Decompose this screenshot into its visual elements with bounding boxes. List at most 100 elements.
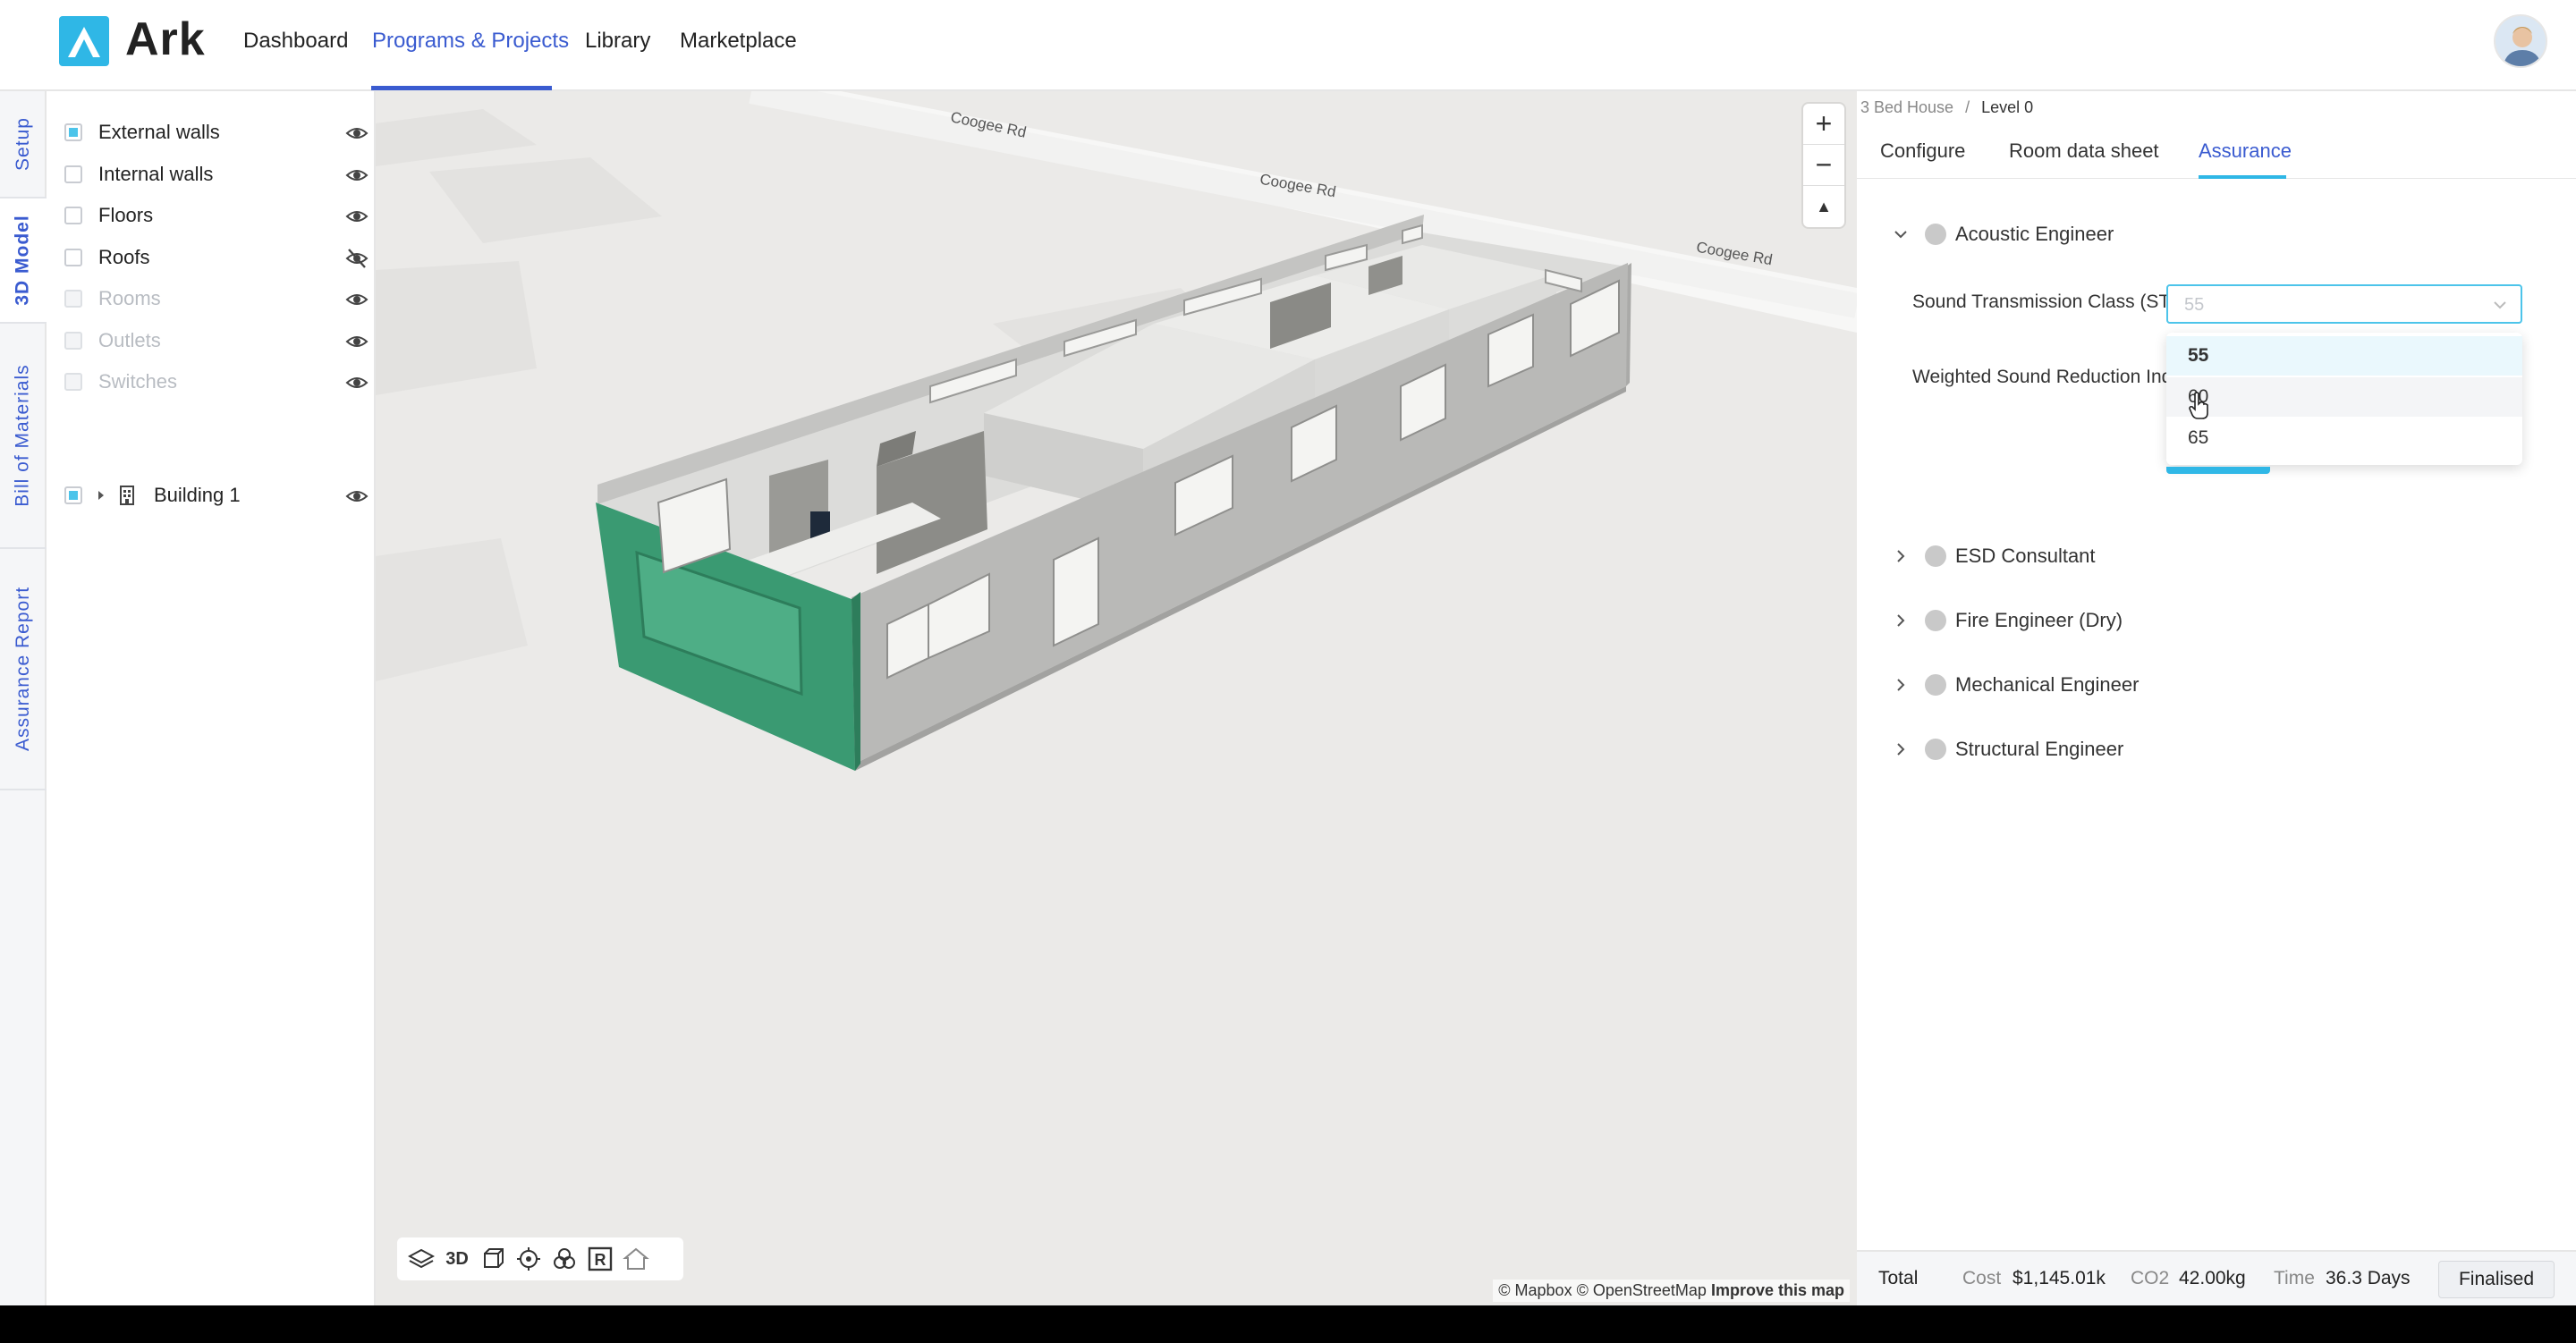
side-tab-3d-model-label: 3D Model xyxy=(13,215,33,306)
layer-row-rooms[interactable]: Rooms xyxy=(64,283,369,315)
eye-icon[interactable] xyxy=(345,205,369,228)
breadcrumb: 3 Bed House / Level 0 xyxy=(1860,98,2033,117)
chevron-right-icon xyxy=(1897,679,1905,691)
map-attribution: © Mapbox © OpenStreetMap Improve this ma… xyxy=(1493,1280,1850,1302)
zoom-out-button[interactable]: − xyxy=(1803,145,1844,186)
layer-checkbox[interactable] xyxy=(64,249,82,266)
nav-marketplace[interactable]: Marketplace xyxy=(680,29,797,54)
dropdown-option[interactable]: 55 xyxy=(2166,336,2522,376)
screen-bottom-bar xyxy=(0,1305,2576,1343)
chevron-down-icon xyxy=(1894,231,1907,239)
co2-value: 42.00kg xyxy=(2179,1268,2246,1288)
app-name[interactable]: Ark xyxy=(125,13,206,66)
eye-off-icon[interactable] xyxy=(345,247,369,270)
expand-caret-icon[interactable] xyxy=(95,489,107,502)
layer-row-external-walls[interactable]: External walls xyxy=(64,116,369,148)
map-zoom-controls: + − ▲ xyxy=(1803,104,1844,227)
side-tab-3d-model[interactable]: 3D Model xyxy=(0,198,47,324)
section-structural-engineer[interactable]: Structural Engineer xyxy=(1893,731,2123,767)
chevron-right-icon xyxy=(1897,550,1905,562)
layer-checkbox[interactable] xyxy=(64,332,82,350)
section-acoustic-engineer[interactable]: Acoustic Engineer xyxy=(1893,216,2114,252)
side-tab-assurance-report[interactable]: Assurance Report xyxy=(0,549,47,790)
side-tab-bill-of-materials-label: Bill of Materials xyxy=(13,364,34,507)
building-checkbox[interactable] xyxy=(64,486,82,504)
layer-row-internal-walls[interactable]: Internal walls xyxy=(64,158,369,190)
layer-row-roofs[interactable]: Roofs xyxy=(64,241,369,274)
dropdown-option[interactable]: 65 xyxy=(2166,418,2522,458)
side-tab-setup[interactable]: Setup xyxy=(0,91,47,198)
nav-library[interactable]: Library xyxy=(585,29,650,54)
layer-checkbox[interactable] xyxy=(64,290,82,308)
save-button-edge[interactable] xyxy=(2166,467,2270,474)
breadcrumb-project[interactable]: 3 Bed House xyxy=(1860,98,1953,116)
section-label: Fire Engineer (Dry) xyxy=(1955,609,2123,631)
layer-row-floors[interactable]: Floors xyxy=(64,199,369,232)
3d-building-scene[interactable] xyxy=(376,91,1857,1305)
section-fire-engineer[interactable]: Fire Engineer (Dry) xyxy=(1893,603,2123,638)
co2-label: CO2 xyxy=(2131,1268,2170,1288)
chevron-right-icon xyxy=(1897,614,1905,627)
section-mechanical-engineer[interactable]: Mechanical Engineer xyxy=(1893,667,2139,703)
nav-programs-projects[interactable]: Programs & Projects xyxy=(372,29,569,54)
finalised-button[interactable]: Finalised xyxy=(2438,1261,2555,1298)
improve-map-link[interactable]: Improve this map xyxy=(1711,1281,1844,1299)
tab-configure[interactable]: Configure xyxy=(1880,139,1965,163)
layer-checkbox[interactable] xyxy=(64,373,82,391)
side-tab-bill-of-materials[interactable]: Bill of Materials xyxy=(0,324,47,549)
eye-icon[interactable] xyxy=(345,485,369,508)
active-tab-indicator xyxy=(2199,175,2286,179)
stc-select-value: 55 xyxy=(2184,295,2205,315)
totals-footer: Total Cost $1,145.01k CO2 42.00kg Time 3… xyxy=(1857,1250,2576,1305)
cost-label: Cost xyxy=(1962,1268,2002,1288)
nav-dashboard[interactable]: Dashboard xyxy=(243,29,348,54)
time-label: Time xyxy=(2274,1268,2315,1288)
3d-map-view[interactable]: Coogee Rd Coogee Rd Coogee Rd + − ▲ 3D R… xyxy=(376,91,1857,1305)
tab-room-data-sheet[interactable]: Room data sheet xyxy=(2009,139,2159,163)
hand-pointer-cursor-icon xyxy=(2189,392,2208,419)
side-tab-setup-label: Setup xyxy=(13,117,34,171)
total-label: Total xyxy=(1878,1268,1919,1288)
compass-button[interactable]: ▲ xyxy=(1803,186,1844,227)
layer-checkbox[interactable] xyxy=(64,165,82,183)
layer-panel: External walls Internal walls Floors Roo… xyxy=(47,91,376,1305)
active-nav-indicator xyxy=(371,86,552,90)
layer-row-outlets[interactable]: Outlets xyxy=(64,325,369,357)
cube-icon[interactable] xyxy=(478,1244,508,1274)
layer-checkbox[interactable] xyxy=(64,207,82,224)
ark-logo-icon[interactable] xyxy=(59,16,109,66)
target-icon[interactable] xyxy=(513,1244,544,1274)
layers-icon[interactable] xyxy=(406,1244,436,1274)
side-tab-bar: Setup 3D Model Bill of Materials Assuran… xyxy=(0,91,47,1305)
3d-toggle-button[interactable]: 3D xyxy=(442,1244,472,1274)
section-esd-consultant[interactable]: ESD Consultant xyxy=(1893,538,2096,574)
eye-icon[interactable] xyxy=(345,122,369,145)
layer-row-switches[interactable]: Switches xyxy=(64,366,369,398)
dropdown-option[interactable]: 60 xyxy=(2166,377,2522,417)
circles-icon[interactable] xyxy=(549,1244,580,1274)
user-avatar[interactable] xyxy=(2494,14,2547,68)
status-dot xyxy=(1925,610,1946,631)
time-value: 36.3 Days xyxy=(2326,1268,2411,1288)
breadcrumb-separator: / xyxy=(1965,98,1970,116)
assurance-panel: 3 Bed House / Level 0 Configure Room dat… xyxy=(1857,91,2576,1305)
side-tab-assurance-report-label: Assurance Report xyxy=(13,586,33,752)
eye-icon[interactable] xyxy=(345,164,369,187)
r-badge-icon[interactable]: R xyxy=(585,1244,615,1274)
zoom-in-button[interactable]: + xyxy=(1803,104,1844,145)
cost-value: $1,145.01k xyxy=(2012,1268,2106,1288)
status-dot xyxy=(1925,545,1946,567)
eye-icon[interactable] xyxy=(345,288,369,311)
eye-icon[interactable] xyxy=(345,371,369,394)
layer-label: Outlets xyxy=(98,329,161,351)
layer-row-building[interactable]: Building 1 xyxy=(64,479,369,511)
home-icon[interactable] xyxy=(621,1244,651,1274)
mapbox-attribution-link[interactable]: © Mapbox xyxy=(1498,1281,1572,1299)
top-navigation-bar: Ark Dashboard Programs & Projects Librar… xyxy=(0,0,2576,91)
osm-attribution-link[interactable]: © OpenStreetMap xyxy=(1577,1281,1707,1299)
building-label: Building 1 xyxy=(154,484,241,506)
eye-icon[interactable] xyxy=(345,330,369,353)
tab-assurance[interactable]: Assurance xyxy=(2199,139,2292,163)
stc-select[interactable]: 55 xyxy=(2166,284,2522,324)
layer-checkbox[interactable] xyxy=(64,123,82,141)
